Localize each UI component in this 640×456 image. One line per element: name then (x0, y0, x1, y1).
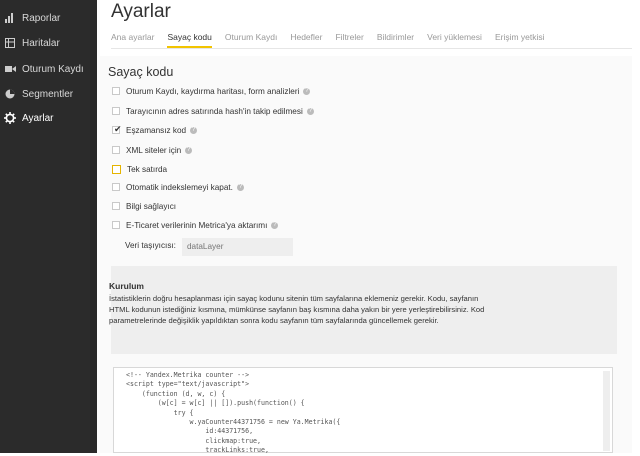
check-icon: ✔ (114, 124, 122, 134)
page-title: Ayarlar (111, 1, 171, 22)
bar-chart-icon (4, 12, 16, 24)
sidebar-item-ayarlar[interactable]: Ayarlar (0, 106, 97, 130)
help-icon[interactable]: ? (303, 87, 311, 95)
option-label: XML siteler için (126, 145, 182, 155)
map-icon (4, 37, 16, 49)
installation-text: İstatistiklerin doğru hesaplanması için … (109, 294, 485, 325)
sidebar-item-label: Raporlar (22, 12, 61, 24)
tab-hedefler[interactable]: Hedefler (290, 30, 322, 48)
option-tek-satirda[interactable]: Tek satırda (112, 162, 167, 176)
option-label: Oturum Kaydı, kaydırma haritası, form an… (126, 86, 300, 96)
tab-filtreler[interactable]: Filtreler (335, 30, 363, 48)
checkbox[interactable] (112, 164, 121, 174)
tab-oturum-kaydi[interactable]: Oturum Kaydı (225, 30, 277, 48)
option-label: Eşzamansız kod (126, 125, 187, 135)
sidebar: Raporlar Haritalar Oturum Kaydı Segmentl… (0, 0, 97, 453)
option-hash-takip[interactable]: Tarayıcının adres satırında hash'in taki… (112, 104, 314, 118)
option-label: Tarayıcının adres satırında hash'in taki… (126, 106, 303, 116)
sidebar-item-segmentler[interactable]: Segmentler (0, 82, 97, 106)
video-icon (4, 63, 16, 75)
sidebar-item-label: Segmentler (22, 88, 74, 100)
checkbox[interactable] (112, 107, 120, 115)
code-box[interactable]: <!-- Yandex.Metrika counter --> <script … (113, 367, 613, 455)
checkbox-checked[interactable]: ✔ (112, 124, 122, 134)
option-label: Otomatik indekslemeyi kapat. (126, 182, 233, 192)
scrollbar[interactable] (603, 371, 610, 451)
option-otomatik-indeksleme[interactable]: Otomatik indekslemeyi kapat. ? (112, 180, 244, 194)
option-xml[interactable]: XML siteler için ? (112, 143, 193, 157)
option-bilgi-saglayici[interactable]: Bilgi sağlayıcı (112, 199, 176, 213)
segment-icon (4, 88, 16, 100)
installation-title: Kurulum (109, 281, 144, 291)
option-eszamansiz-kod[interactable]: ✔ Eşzamansız kod ? (112, 123, 198, 137)
container-name-input[interactable] (182, 238, 293, 256)
checkbox[interactable] (112, 202, 120, 210)
option-label: E-Ticaret verilerinin Metrica'ya aktarım… (126, 220, 268, 230)
option-label: Bilgi sağlayıcı (126, 201, 177, 211)
checkbox[interactable] (112, 87, 120, 95)
option-label: Tek satırda (127, 164, 168, 174)
checkbox[interactable] (112, 146, 120, 154)
sidebar-item-haritalar[interactable]: Haritalar (0, 31, 97, 55)
help-icon[interactable]: ? (236, 183, 244, 191)
checkbox[interactable] (112, 183, 120, 191)
checkbox[interactable] (112, 221, 120, 229)
counter-code: <!-- Yandex.Metrika counter --> <script … (126, 371, 341, 455)
sidebar-item-label: Oturum Kaydı (22, 63, 84, 75)
tab-ana-ayarlar[interactable]: Ana ayarlar (111, 30, 154, 48)
tab-bildirimler[interactable]: Bildirimler (377, 30, 414, 48)
tab-sayac-kodu[interactable]: Sayaç kodu (167, 30, 212, 48)
main-panel: Ayarlar Ana ayarlar Sayaç kodu Oturum Ka… (97, 0, 640, 455)
section-title: Sayaç kodu (108, 65, 174, 79)
help-icon[interactable]: ? (190, 126, 198, 134)
help-icon[interactable]: ? (271, 221, 279, 229)
option-e-ticaret[interactable]: E-Ticaret verilerinin Metrica'ya aktarım… (112, 218, 279, 232)
sidebar-item-raporlar[interactable]: Raporlar (0, 6, 97, 30)
settings-tabs: Ana ayarlar Sayaç kodu Oturum Kaydı Hede… (111, 30, 558, 48)
tab-veri-yuklemesi[interactable]: Veri yüklemesi (427, 30, 482, 48)
tab-erisim-yetkisi[interactable]: Erişim yetkisi (495, 30, 545, 48)
tab-divider (111, 48, 632, 49)
option-oturum-kaydi[interactable]: Oturum Kaydı, kaydırma haritası, form an… (112, 84, 311, 98)
gear-icon (4, 112, 16, 124)
sidebar-item-label: Haritalar (22, 37, 60, 49)
container-label: Veri taşıyıcısı: (125, 241, 176, 250)
help-icon[interactable]: ? (306, 107, 314, 115)
sidebar-item-label: Ayarlar (22, 112, 54, 124)
sidebar-item-oturum-kaydi[interactable]: Oturum Kaydı (0, 57, 97, 81)
help-icon[interactable]: ? (185, 146, 193, 154)
